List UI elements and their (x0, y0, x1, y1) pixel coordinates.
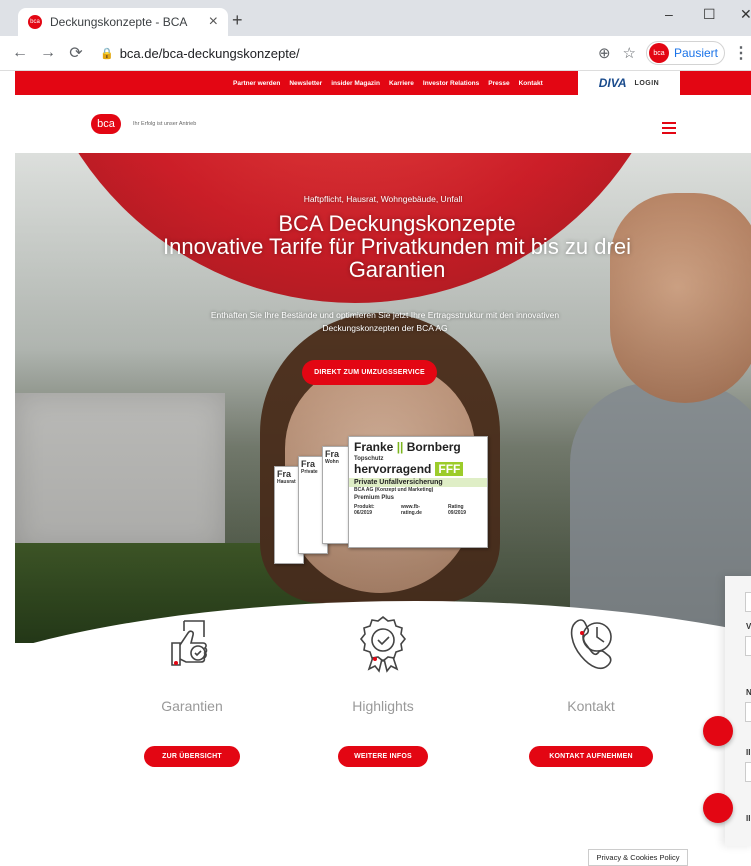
side-panel-label: II (746, 814, 751, 823)
seal-back-text: Fra (325, 449, 340, 459)
seal-date: Produkt: 06/2019 (354, 504, 375, 516)
hero-title: BCA Deckungskonzepte Innovative Tarife f… (117, 212, 677, 281)
feature-label-kontakt: Kontakt (567, 698, 615, 714)
seal-back-line: Wohn (325, 459, 339, 465)
side-panel-field[interactable] (745, 762, 751, 782)
side-panel-field[interactable] (745, 592, 751, 612)
seal-brand-a: Franke (354, 440, 394, 454)
address-bar[interactable]: 🔒 bca.de/bca-deckungskonzepte/ ⊕ ☆ bca P… (96, 40, 725, 66)
tab-bar: bca Deckungskonzepte - BCA × + – ☐ ✕ (0, 0, 751, 36)
forward-arrow-icon[interactable]: → (34, 44, 62, 62)
weitere-infos-button[interactable]: WEITERE INFOS (338, 746, 428, 767)
feature-kontakt: Kontakt KONTAKT AUFNEHMEN (511, 613, 671, 767)
side-panel-label: V (746, 622, 751, 631)
lock-icon: 🔒 (100, 47, 114, 60)
seal-brand: Franke || Bornberg (354, 440, 461, 454)
chat-launcher-icon[interactable] (703, 793, 733, 823)
bca-logo[interactable]: bca (91, 114, 121, 134)
rating-seals: Fra Hausrat Fra Private Fra Wohn Franke … (274, 436, 494, 564)
hero-lead: Enthaften Sie Ihre Bestände und optimier… (210, 310, 560, 333)
bca-favicon-icon: bca (28, 15, 42, 29)
minimize-icon[interactable]: – (665, 6, 673, 22)
seal-fff: FFF (435, 462, 464, 476)
nav-link-newsletter[interactable]: Newsletter (289, 80, 322, 87)
award-badge-icon (359, 615, 407, 673)
hero-kicker: Haftpflicht, Hausrat, Wohngebäude, Unfal… (303, 194, 463, 204)
rating-seal-main: Franke || Bornberg Topschutz hervorragen… (348, 436, 488, 548)
url-text: bca.de/bca-deckungskonzepte/ (119, 45, 300, 61)
website-viewport: Partner werden Newsletter insider Magazi… (15, 71, 751, 866)
side-panel-field[interactable] (745, 636, 751, 656)
nav-link-presse[interactable]: Presse (488, 80, 509, 87)
phone-clock-icon (570, 619, 612, 670)
top-navigation: Partner werden Newsletter insider Magazi… (15, 71, 751, 95)
back-arrow-icon[interactable]: ← (6, 44, 34, 62)
browser-toolbar: ← → ⟳ 🔒 bca.de/bca-deckungskonzepte/ ⊕ ☆… (0, 36, 751, 71)
seal-rating-row: hervorragend FFF (354, 462, 482, 476)
hamburger-menu-icon[interactable] (662, 122, 676, 137)
hero-title-line2: Innovative Tarife für Privatkunden mit b… (163, 234, 631, 259)
seal-rating: hervorragend (354, 462, 432, 476)
hero-title-line3: Garantien (348, 257, 446, 282)
nav-link-investor[interactable]: Investor Relations (423, 80, 479, 87)
profile-avatar: bca (648, 43, 669, 63)
side-panel-field[interactable] (745, 702, 751, 722)
tab-title: Deckungskonzepte - BCA (50, 15, 188, 29)
diva-login-button[interactable]: DIVA LOGIN (578, 71, 680, 95)
profile-button[interactable]: bca Pausiert (645, 41, 725, 65)
nav-link-insider[interactable]: insider Magazin (331, 80, 380, 87)
profile-status: Pausiert (673, 46, 718, 60)
kontakt-aufnehmen-button[interactable]: KONTAKT AUFNEHMEN (529, 746, 653, 767)
privacy-cookies-link[interactable]: Privacy & Cookies Policy (588, 849, 688, 866)
chat-bubble-icon[interactable] (703, 716, 733, 746)
browser-chrome: bca Deckungskonzepte - BCA × + – ☐ ✕ ← →… (0, 0, 751, 71)
seal-brand-b: Bornberg (406, 440, 461, 454)
nav-link-karriere[interactable]: Karriere (389, 80, 414, 87)
seal-rating-date: Rating 09/2019 (448, 504, 467, 516)
window-close-icon[interactable]: ✕ (740, 6, 751, 23)
seal-footer: Produkt: 06/2019 www.fb-rating.de Rating… (354, 504, 482, 516)
thumbs-up-certificate-icon (171, 620, 208, 666)
feature-garantien: Garantien ZUR ÜBERSICHT (112, 613, 272, 767)
slogan: Ihr Erfolg ist unser Antrieb (133, 121, 197, 127)
nav-link-kontakt[interactable]: Kontakt (519, 80, 543, 87)
umzugsservice-button[interactable]: DIREKT ZUM UMZUGSSERVICE (302, 360, 437, 385)
diva-login-label: LOGIN (634, 79, 660, 87)
browser-menu-icon[interactable]: ⋮ (731, 43, 751, 63)
bookmark-star-icon[interactable]: ☆ (623, 44, 636, 62)
feature-highlights: Highlights WEITERE INFOS (303, 613, 463, 767)
top-nav-links: Partner werden Newsletter insider Magazi… (233, 71, 543, 95)
maximize-icon[interactable]: ☐ (703, 6, 716, 23)
side-panel-label: II (746, 748, 751, 757)
seal-company: BCA AG (Konzept und Marketing) (354, 487, 434, 493)
zur-uebersicht-button[interactable]: ZUR ÜBERSICHT (144, 746, 240, 767)
zoom-icon[interactable]: ⊕ (598, 44, 611, 62)
seal-tariff: Premium Plus (354, 495, 395, 501)
hero-title-line1: BCA Deckungskonzepte (278, 211, 516, 236)
browser-tab[interactable]: bca Deckungskonzepte - BCA × (18, 8, 228, 36)
tab-close-icon[interactable]: × (209, 13, 218, 31)
nav-link-partner[interactable]: Partner werden (233, 80, 280, 87)
feature-label-highlights: Highlights (352, 698, 414, 714)
side-panel-label: N (746, 688, 751, 697)
feature-label-garantien: Garantien (161, 698, 223, 714)
site-header: bca Ihr Erfolg ist unser Antrieb (15, 95, 751, 153)
new-tab-button[interactable]: + (232, 10, 243, 31)
reload-icon[interactable]: ⟳ (62, 43, 90, 63)
diva-logo: DIVA (598, 76, 627, 90)
seal-product: Private Unfallversicherung (349, 478, 487, 487)
seal-site: www.fb-rating.de (400, 504, 422, 516)
hero-section: Haftpflicht, Hausrat, Wohngebäude, Unfal… (15, 153, 751, 643)
